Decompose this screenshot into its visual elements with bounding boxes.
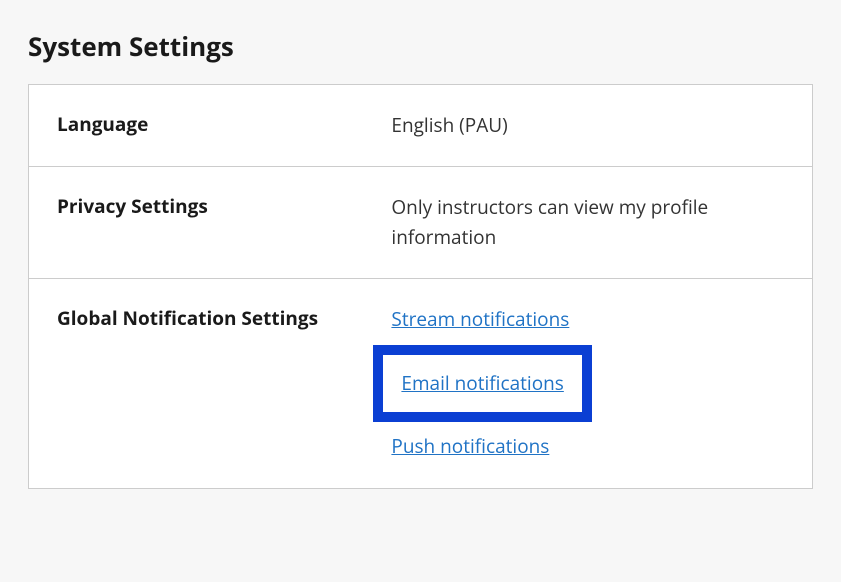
notifications-label: Global Notification Settings	[57, 305, 391, 461]
email-notifications-highlight: Email notifications	[373, 345, 591, 422]
page-title: System Settings	[28, 28, 813, 64]
push-notifications-link[interactable]: Push notifications	[391, 432, 549, 461]
settings-table: Language English (PAU) Privacy Settings …	[28, 84, 813, 489]
privacy-value: Only instructors can view my profile inf…	[391, 193, 784, 252]
settings-row-notifications: Global Notification Settings Stream noti…	[29, 279, 812, 487]
language-label: Language	[57, 111, 391, 140]
privacy-label: Privacy Settings	[57, 193, 391, 252]
settings-row-language: Language English (PAU)	[29, 85, 812, 167]
language-value: English (PAU)	[391, 111, 784, 140]
email-notifications-link[interactable]: Email notifications	[401, 370, 563, 396]
stream-notifications-link[interactable]: Stream notifications	[391, 305, 569, 334]
settings-row-privacy: Privacy Settings Only instructors can vi…	[29, 167, 812, 279]
notification-links: Stream notifications Email notifications…	[391, 305, 784, 461]
